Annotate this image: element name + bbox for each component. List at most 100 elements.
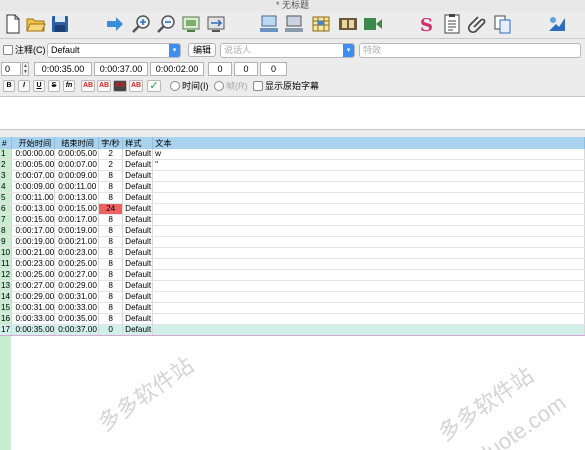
secondary-color-button[interactable]: AB — [97, 80, 111, 92]
table-row[interactable]: 17 0:00:35.00 0:00:37.00 0 Default — [0, 324, 585, 336]
style-cell: Default — [122, 280, 154, 292]
font-button[interactable]: fn — [63, 80, 75, 92]
text-cell — [152, 170, 585, 182]
subtitle-text-editor[interactable] — [0, 96, 585, 130]
strikeout-button[interactable]: S — [48, 80, 60, 92]
start-time-cell: 0:00:11.00 — [11, 192, 56, 204]
comment-checkbox[interactable] — [3, 45, 13, 55]
zoom-out-icon[interactable] — [155, 13, 177, 35]
header-text[interactable]: 文本 — [152, 137, 585, 149]
attach-icon[interactable] — [467, 13, 489, 35]
effect-input[interactable]: 特效 — [359, 43, 581, 58]
end-time-cell: 0:00:21.00 — [54, 236, 100, 248]
save-icon[interactable] — [49, 13, 71, 35]
table-row[interactable]: 12 0:00:25.00 0:00:27.00 8 Default — [0, 269, 585, 281]
bold-button[interactable]: B — [3, 80, 15, 92]
header-cps[interactable]: 字/秒 — [98, 137, 124, 149]
row-number: 1 — [0, 149, 13, 160]
header-start-time[interactable]: 开始时间 — [11, 137, 56, 149]
watermark: 多多软件站 — [433, 362, 539, 447]
end-time-cell: 0:00:33.00 — [54, 302, 100, 314]
table-row[interactable]: 6 0:00:13.00 0:00:15.00 24 Default — [0, 203, 585, 215]
table-row[interactable]: 14 0:00:29.00 0:00:31.00 8 Default — [0, 291, 585, 303]
cps-cell: 8 — [98, 258, 124, 270]
table-row[interactable]: 7 0:00:15.00 0:00:17.00 8 Default — [0, 214, 585, 226]
video-display-icon[interactable] — [258, 13, 280, 35]
cps-cell: 8 — [98, 236, 124, 248]
table-row[interactable]: 16 0:00:33.00 0:00:35.00 8 Default — [0, 313, 585, 325]
cps-cell: 8 — [98, 225, 124, 237]
text-cell — [152, 225, 585, 237]
line-properties-row: 注释(C) Default ▾ 编辑 说话人 ▾ 特效 — [0, 41, 585, 60]
cps-cell: 8 — [98, 181, 124, 193]
style-cell: Default — [122, 192, 154, 204]
start-time-field[interactable]: 0:00:35.00 — [34, 62, 92, 76]
duration-field[interactable]: 0:00:02.00 — [150, 62, 204, 76]
table-row[interactable]: 2 0:00:05.00 0:00:07.00 2 Default " — [0, 159, 585, 171]
speaker-select[interactable]: 说话人 ▾ — [220, 43, 355, 58]
edit-style-button[interactable]: 编辑 — [188, 43, 216, 57]
cps-cell: 8 — [98, 302, 124, 314]
margin-left-field[interactable]: 0 — [208, 62, 232, 76]
primary-color-button[interactable]: AB — [81, 80, 95, 92]
table-row[interactable]: 5 0:00:11.00 0:00:13.00 8 Default — [0, 192, 585, 204]
cps-cell: 2 — [98, 149, 124, 160]
start-time-cell: 0:00:23.00 — [11, 258, 56, 270]
copy-icon[interactable] — [492, 13, 514, 35]
frame-radio[interactable] — [214, 81, 224, 91]
row-number: 15 — [0, 302, 13, 314]
row-number: 6 — [0, 203, 13, 215]
table-row[interactable]: 1 0:00:00.00 0:00:05.00 2 Default w — [0, 149, 585, 160]
end-time-cell: 0:00:17.00 — [54, 214, 100, 226]
new-file-icon[interactable] — [2, 13, 24, 35]
play-arrow-icon[interactable] — [104, 13, 126, 35]
header-number[interactable]: # — [0, 137, 13, 149]
margin-vertical-field[interactable]: 0 — [260, 62, 287, 76]
end-time-cell: 0:00:25.00 — [54, 258, 100, 270]
table-row[interactable]: 13 0:00:27.00 0:00:29.00 8 Default — [0, 280, 585, 292]
table-header-row: # 开始时间 结束时间 字/秒 样式 文本 — [0, 137, 585, 149]
end-time-cell: 0:00:15.00 — [54, 203, 100, 215]
cps-cell: 8 — [98, 247, 124, 259]
table-row[interactable]: 10 0:00:21.00 0:00:23.00 8 Default — [0, 247, 585, 259]
text-cell — [152, 192, 585, 204]
fit-screen-icon[interactable] — [180, 13, 202, 35]
properties-icon[interactable] — [441, 13, 463, 35]
table-row[interactable]: 15 0:00:31.00 0:00:33.00 8 Default — [0, 302, 585, 314]
watermark: 多多软件站 — [93, 352, 199, 437]
table-row[interactable]: 3 0:00:07.00 0:00:09.00 8 Default — [0, 170, 585, 182]
open-folder-icon[interactable] — [25, 13, 47, 35]
outline-color-button[interactable]: AB — [113, 80, 127, 92]
row-number: 17 — [0, 324, 13, 336]
snap-icon[interactable] — [205, 13, 227, 35]
audio-display-icon[interactable] — [283, 13, 305, 35]
show-original-label: 显示原始字幕 — [265, 81, 320, 91]
table-row[interactable]: 8 0:00:17.00 0:00:19.00 8 Default — [0, 225, 585, 237]
automation-icon[interactable] — [546, 13, 568, 35]
underline-button[interactable]: U — [33, 80, 45, 92]
title-bar: * 无标题 — [0, 0, 585, 11]
show-original-checkbox[interactable] — [253, 81, 263, 91]
shadow-color-button[interactable]: AB — [129, 80, 143, 92]
video-audio-icon[interactable] — [362, 13, 384, 35]
layer-field[interactable]: 0 — [1, 62, 21, 76]
margin-right-field[interactable]: 0 — [234, 62, 258, 76]
header-end-time[interactable]: 结束时间 — [54, 137, 100, 149]
commit-check-icon[interactable]: ✓ — [147, 80, 161, 92]
row-number: 9 — [0, 236, 13, 248]
style-icon[interactable]: S — [415, 13, 437, 35]
table-row[interactable]: 4 0:00:09.00 0:00:11.00 8 Default — [0, 181, 585, 193]
table-row[interactable]: 9 0:00:19.00 0:00:21.00 8 Default — [0, 236, 585, 248]
grid-icon[interactable] — [310, 13, 332, 35]
style-select[interactable]: Default ▾ — [47, 43, 181, 58]
time-radio[interactable] — [170, 81, 180, 91]
end-time-field[interactable]: 0:00:37.00 — [94, 62, 148, 76]
film-icon[interactable] — [337, 13, 359, 35]
header-style[interactable]: 样式 — [122, 137, 154, 149]
italic-button[interactable]: I — [18, 80, 30, 92]
start-time-cell: 0:00:07.00 — [11, 170, 56, 182]
layer-stepper[interactable]: ▲ ▼ — [22, 62, 29, 76]
zoom-in-icon[interactable] — [130, 13, 152, 35]
table-row[interactable]: 11 0:00:23.00 0:00:25.00 8 Default — [0, 258, 585, 270]
end-time-cell: 0:00:27.00 — [54, 269, 100, 281]
